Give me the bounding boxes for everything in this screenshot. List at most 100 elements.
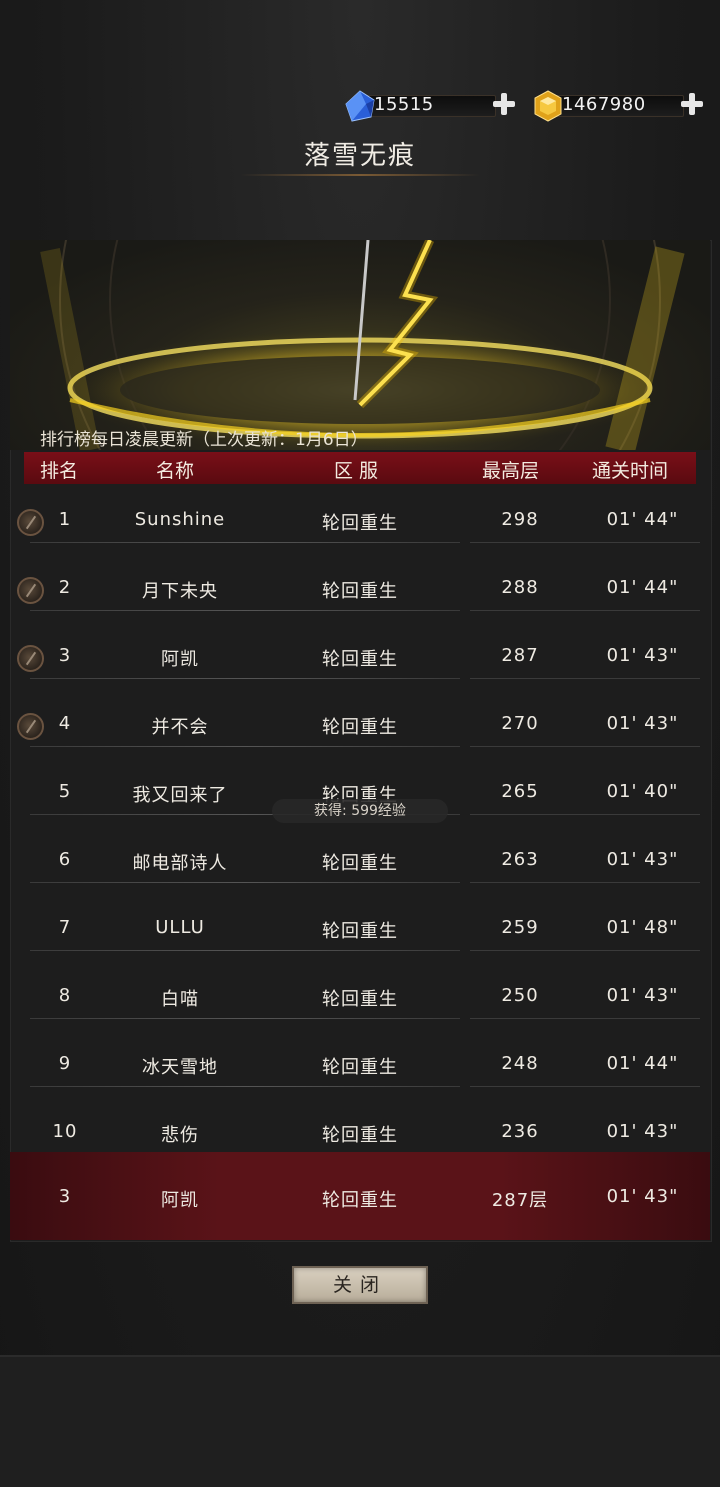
row-time: 01' 43" [606,713,679,734]
row-divider [30,1018,460,1019]
row-rank: 8 [58,985,72,1006]
table-row[interactable]: 9 冰天雪地 轮回重生 248 01' 44" [0,1036,720,1104]
row-time: 01' 44" [606,509,679,530]
table-row[interactable]: 2 月下未央 轮回重生 288 01' 44" [0,560,720,628]
my-rank: 3 [58,1186,72,1207]
table-row[interactable]: 3 阿凯 轮回重生 287 01' 43" [0,628,720,696]
row-divider [30,542,460,543]
header-rank: 排名 [40,460,79,482]
banner-illustration [10,240,710,450]
row-server: 轮回重生 [322,717,398,738]
row-rank: 2 [58,577,72,598]
row-rank: 5 [58,781,72,802]
row-rank: 10 [52,1121,78,1142]
row-floor: 248 [501,1053,539,1074]
row-server: 轮回重生 [322,649,398,670]
blue-gem-icon [345,90,375,122]
table-row[interactable]: 7 ULLU 轮回重生 259 01' 48" [0,900,720,968]
row-floor: 287 [501,645,539,666]
my-name: 阿凯 [161,1190,199,1211]
row-divider [30,678,460,679]
my-time: 01' 43" [606,1186,679,1207]
header-time: 通关时间 [592,460,669,482]
row-divider [470,950,700,951]
row-rank: 7 [58,917,72,938]
row-time: 01' 44" [606,1053,679,1074]
row-server: 轮回重生 [322,989,398,1010]
update-note: 排行榜每日凌晨更新（上次更新：1月6日） [40,430,368,450]
diamond-currency: 15515 [344,90,516,122]
row-time: 01' 43" [606,849,679,870]
row-name: 并不会 [151,717,209,738]
row-time: 01' 40" [606,781,679,802]
table-row[interactable]: 1 Sunshine 轮回重生 298 01' 44" [0,492,720,560]
golden-disc-graphic [40,240,685,450]
row-floor: 259 [501,917,539,938]
row-floor: 236 [501,1121,539,1142]
row-name: 悲伤 [161,1125,199,1146]
row-divider [30,1086,460,1087]
row-divider [30,882,460,883]
header-server: 区 服 [334,460,379,482]
my-server: 轮回重生 [322,1190,398,1211]
row-server: 轮回重生 [322,1057,398,1078]
header-floor: 最高层 [482,460,540,482]
row-floor: 288 [501,577,539,598]
row-server: 轮回重生 [322,853,398,874]
close-button[interactable]: 关闭 [292,1266,428,1304]
table-row[interactable]: 4 并不会 轮回重生 270 01' 43" [0,696,720,764]
row-divider [470,882,700,883]
add-diamond-button[interactable] [492,92,516,116]
diamond-value: 15515 [374,94,434,115]
table-row[interactable]: 8 白喵 轮回重生 250 01' 43" [0,968,720,1036]
row-divider [470,1086,700,1087]
row-name: 邮电部诗人 [132,853,228,874]
table-row[interactable]: 6 邮电部诗人 轮回重生 263 01' 43" [0,832,720,900]
row-name: 白喵 [161,989,199,1010]
bottom-band [0,1355,720,1487]
row-floor: 250 [501,985,539,1006]
title-divider [240,174,480,176]
row-floor: 265 [501,781,539,802]
gold-gem-icon [534,90,562,122]
row-server: 轮回重生 [322,1125,398,1146]
row-divider [470,610,700,611]
row-name: 我又回来了 [132,785,228,806]
row-time: 01' 43" [606,985,679,1006]
my-floor: 287层 [491,1190,549,1211]
row-divider [470,746,700,747]
row-divider [470,542,700,543]
row-divider [470,678,700,679]
row-time: 01' 44" [606,577,679,598]
row-time: 01' 48" [606,917,679,938]
row-rank: 1 [58,509,72,530]
row-divider [30,610,460,611]
row-server: 轮回重生 [322,513,398,534]
row-time: 01' 43" [606,645,679,666]
row-floor: 270 [501,713,539,734]
row-time: 01' 43" [606,1121,679,1142]
row-name: Sunshine [134,509,226,530]
row-server: 轮回重生 [322,581,398,602]
header-name: 名称 [156,460,195,482]
row-rank: 9 [58,1053,72,1074]
row-divider [470,814,700,815]
row-divider [30,950,460,951]
exp-toast: 获得: 599经验 [272,799,448,823]
row-server: 轮回重生 [322,921,398,942]
row-divider [470,1018,700,1019]
my-rank-row: 3 阿凯 轮回重生 287层 01' 43" [10,1152,710,1240]
gold-value: 1467980 [562,94,646,115]
add-gold-button[interactable] [680,92,704,116]
page-title: 落雪无痕 [303,141,416,171]
table-header: 排名 名称 区 服 最高层 通关时间 [24,452,696,484]
gold-currency: 1467980 [532,90,704,122]
row-floor: 263 [501,849,539,870]
row-floor: 298 [501,509,539,530]
row-name: 月下未央 [142,581,218,602]
row-divider [30,746,460,747]
row-rank: 3 [58,645,72,666]
row-rank: 6 [58,849,72,870]
row-name: 阿凯 [161,649,199,670]
row-rank: 4 [58,713,72,734]
